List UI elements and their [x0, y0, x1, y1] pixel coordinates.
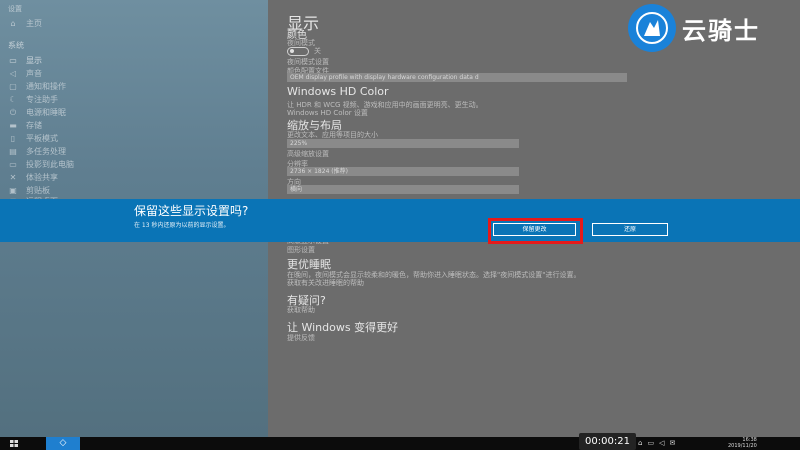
get-help-link[interactable]: 获取帮助 — [287, 305, 315, 315]
sidebar-item-display[interactable]: ▭ 显示 — [8, 55, 42, 66]
sound-icon: ◁ — [9, 69, 17, 78]
home-icon: ⌂ — [10, 19, 16, 28]
scale-select[interactable]: 225% — [287, 139, 519, 148]
taskbar-clock[interactable]: 16:38 2019/11/20 — [728, 437, 757, 449]
night-light-state: 关 — [314, 47, 321, 55]
sidebar-item-power[interactable]: ⏻ 电源和睡眠 — [8, 107, 66, 118]
focus-icon: ☾ — [9, 95, 17, 104]
knight-logo-icon — [628, 4, 676, 52]
graphics-settings-link[interactable]: 图形设置 — [287, 245, 315, 255]
storage-icon: ▬ — [9, 121, 17, 130]
sidebar-item-tablet[interactable]: ▯ 平板模式 — [8, 133, 58, 144]
dialog-title: 保留这些显示设置吗? — [134, 204, 249, 218]
windows-start-icon[interactable] — [10, 440, 18, 447]
orientation-select[interactable]: 横向 — [287, 185, 519, 194]
advanced-scale-link[interactable]: 高级缩放设置 — [287, 149, 329, 159]
sidebar-item-sound[interactable]: ◁ 声音 — [8, 68, 42, 79]
clipboard-icon: ▣ — [9, 186, 17, 195]
night-light-toggle[interactable] — [287, 47, 309, 56]
sidebar-item-notifications[interactable]: ▢ 通知和操作 — [8, 81, 66, 92]
sidebar-home-label: 主页 — [26, 19, 42, 28]
dialog-countdown: 在 13 秒内还原为以前的显示设置。 — [134, 222, 230, 229]
revert-button: 还原 — [592, 223, 668, 236]
multitask-icon: ▤ — [9, 147, 17, 156]
sidebar-item-focus[interactable]: ☾ 专注助手 — [8, 94, 58, 105]
watermark-logo: 云骑士 — [628, 4, 760, 52]
project-icon: ▭ — [9, 160, 17, 169]
hd-color-header: Windows HD Color — [287, 85, 389, 98]
video-timestamp: 00:00:21 — [579, 433, 636, 450]
sidebar-item-multitask[interactable]: ▤ 多任务处理 — [8, 146, 66, 157]
taskbar: ◇ ⌂▭◁✉ 16:38 2019/11/20 — [0, 437, 800, 450]
sidebar-item-shared[interactable]: ✕ 体验共享 — [8, 172, 58, 183]
sidebar-item-storage[interactable]: ▬ 存储 — [8, 120, 42, 131]
sidebar-item-clipboard[interactable]: ▣ 剪贴板 — [8, 185, 50, 196]
settings-title: 设置 — [8, 5, 22, 13]
tablet-icon: ▯ — [10, 134, 16, 143]
sidebar-item-project[interactable]: ▭ 投影到此电脑 — [8, 159, 74, 170]
keep-settings-dialog: 保留这些显示设置吗? 在 13 秒内还原为以前的显示设置。 保留更改 还原 — [0, 199, 800, 242]
sleep-help-link[interactable]: 获取有关改进睡眠的帮助 — [287, 278, 364, 288]
notifications-icon: ▢ — [9, 82, 17, 91]
taskbar-settings-icon[interactable]: ◇ — [46, 437, 80, 450]
keep-changes-highlight — [488, 218, 583, 244]
feedback-link[interactable]: 提供反馈 — [287, 333, 315, 343]
sidebar-home[interactable]: ⌂ 主页 — [8, 18, 42, 29]
shared-icon: ✕ — [9, 173, 17, 182]
watermark-text: 云骑士 — [682, 16, 760, 45]
display-icon: ▭ — [9, 56, 17, 65]
system-tray-icons[interactable]: ⌂▭◁✉ — [638, 439, 680, 447]
power-icon: ⏻ — [9, 107, 17, 117]
color-profile-select[interactable]: OEM display profile with display hardwar… — [287, 73, 627, 82]
sidebar-section-title: 系统 — [8, 41, 24, 50]
resolution-select[interactable]: 2736 × 1824 (推荐) — [287, 167, 519, 176]
